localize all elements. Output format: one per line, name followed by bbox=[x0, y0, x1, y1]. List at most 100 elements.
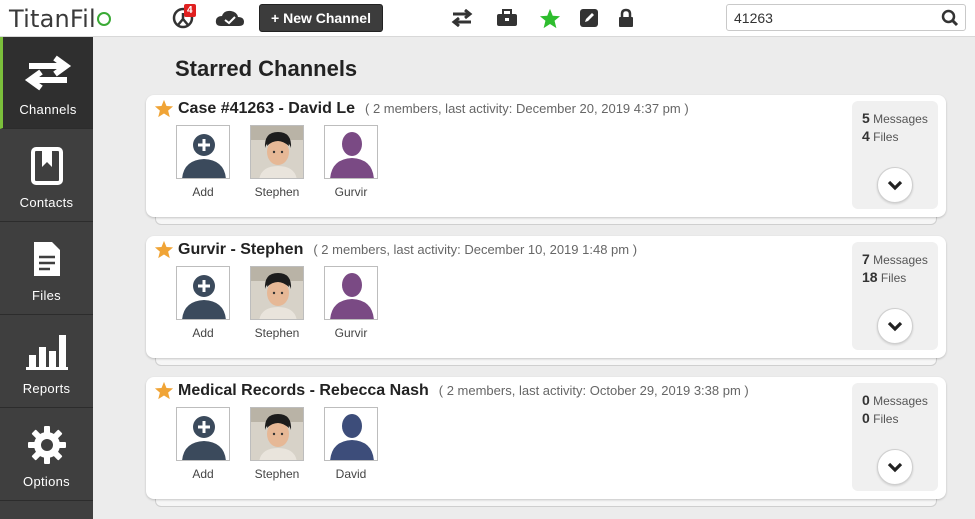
member-name: Stephen bbox=[254, 185, 300, 199]
sidebar-item-reports[interactable]: Reports bbox=[0, 316, 93, 408]
bar-chart-icon bbox=[25, 330, 68, 374]
app-logo[interactable]: TitanFil bbox=[9, 5, 111, 33]
sidebar-item-label: Options bbox=[23, 474, 70, 489]
expand-button[interactable] bbox=[877, 167, 913, 203]
sidebar-item-label: Contacts bbox=[19, 195, 74, 210]
channel-stats: 7 Messages 18 Files bbox=[852, 242, 938, 350]
messages-label: Messages bbox=[873, 112, 928, 126]
search-box bbox=[726, 4, 966, 31]
sidebar-item-label: Channels bbox=[19, 102, 77, 117]
messages-stat: 5 Messages bbox=[862, 110, 928, 126]
channel-title[interactable]: Case #41263 - David Le bbox=[178, 100, 355, 117]
member-list: Add Stephen Gurvir bbox=[176, 125, 398, 199]
files-label: Files bbox=[873, 130, 899, 144]
messages-label: Messages bbox=[873, 394, 928, 408]
messages-count: 0 bbox=[862, 392, 870, 408]
sidebar-item-label: Reports bbox=[22, 381, 71, 396]
member-name: Stephen bbox=[254, 326, 300, 340]
add-member-avatar[interactable] bbox=[176, 125, 230, 179]
main-content: Starred Channels Case #41263 - David Le (… bbox=[93, 37, 975, 519]
sidebar-item-options[interactable]: Options bbox=[0, 409, 93, 501]
starred-icon[interactable] bbox=[538, 6, 562, 30]
document-icon bbox=[32, 237, 62, 281]
channel-member[interactable]: Stephen bbox=[250, 266, 304, 340]
messages-stat: 0 Messages bbox=[862, 392, 928, 408]
sidebar-item-label: Files bbox=[32, 288, 61, 303]
chevron-down-icon bbox=[887, 462, 903, 473]
channel-member[interactable]: David bbox=[324, 407, 378, 481]
cloud-sync-icon[interactable] bbox=[213, 6, 247, 30]
files-stat: 18 Files bbox=[862, 269, 906, 285]
logo-ring-icon bbox=[96, 12, 111, 26]
channel-title-row: Gurvir - Stephen ( 2 members, last activi… bbox=[178, 241, 637, 259]
star-icon[interactable] bbox=[154, 240, 174, 264]
channel-member[interactable]: Gurvir bbox=[324, 125, 378, 199]
chevron-down-icon bbox=[887, 180, 903, 191]
avatar-gurvir[interactable] bbox=[324, 125, 378, 179]
member-name: David bbox=[335, 467, 367, 481]
expand-button[interactable] bbox=[877, 308, 913, 344]
avatar-david[interactable] bbox=[324, 407, 378, 461]
channel-meta: ( 2 members, last activity: October 29, … bbox=[438, 383, 749, 398]
sidebar-item-contacts[interactable]: Contacts bbox=[0, 130, 93, 222]
channel-title[interactable]: Gurvir - Stephen bbox=[178, 241, 303, 258]
member-name: Stephen bbox=[254, 467, 300, 481]
channel-title-row: Medical Records - Rebecca Nash ( 2 member… bbox=[178, 382, 749, 400]
files-count: 18 bbox=[862, 269, 878, 285]
files-label: Files bbox=[873, 412, 899, 426]
channel-card[interactable]: Case #41263 - David Le ( 2 members, last … bbox=[146, 95, 946, 217]
add-member-avatar[interactable] bbox=[176, 266, 230, 320]
star-icon[interactable] bbox=[154, 99, 174, 123]
search-icon[interactable] bbox=[941, 9, 959, 32]
channel-card[interactable]: Medical Records - Rebecca Nash ( 2 member… bbox=[146, 377, 946, 499]
avatar-stephen[interactable] bbox=[250, 266, 304, 320]
channel-member[interactable]: Add bbox=[176, 125, 230, 199]
channel-member[interactable]: Gurvir bbox=[324, 266, 378, 340]
sidebar-item-channels[interactable]: Channels bbox=[0, 37, 93, 129]
messages-count: 7 bbox=[862, 251, 870, 267]
chevron-down-icon bbox=[887, 321, 903, 332]
channel-card[interactable]: Gurvir - Stephen ( 2 members, last activi… bbox=[146, 236, 946, 358]
channel-meta: ( 2 members, last activity: December 10,… bbox=[313, 242, 638, 257]
transfer-arrows-icon[interactable] bbox=[448, 6, 476, 30]
files-stat: 4 Files bbox=[862, 128, 898, 144]
member-name: Add bbox=[192, 185, 214, 199]
channel-member[interactable]: Add bbox=[176, 266, 230, 340]
add-member-avatar[interactable] bbox=[176, 407, 230, 461]
avatar-stephen[interactable] bbox=[250, 125, 304, 179]
search-input[interactable] bbox=[727, 5, 927, 30]
toolbox-icon[interactable] bbox=[495, 6, 519, 30]
channel-stats: 0 Messages 0 Files bbox=[852, 383, 938, 491]
messages-count: 5 bbox=[862, 110, 870, 126]
channel-member[interactable]: Stephen bbox=[250, 407, 304, 481]
member-name: Gurvir bbox=[334, 326, 368, 340]
files-count: 0 bbox=[862, 410, 870, 426]
channel-member[interactable]: Stephen bbox=[250, 125, 304, 199]
sidebar: Channels Contacts Files Reports Options bbox=[0, 37, 93, 519]
arrows-icon bbox=[21, 51, 75, 95]
files-label: Files bbox=[880, 271, 907, 285]
notification-badge: 4 bbox=[184, 4, 196, 17]
avatar-gurvir[interactable] bbox=[324, 266, 378, 320]
member-name: Add bbox=[192, 467, 214, 481]
new-channel-button[interactable]: + New Channel bbox=[259, 4, 383, 32]
files-count: 4 bbox=[862, 128, 870, 144]
member-list: Add Stephen Gurvir bbox=[176, 266, 398, 340]
channel-member[interactable]: Add bbox=[176, 407, 230, 481]
top-bar: TitanFil 4 + New Channel bbox=[0, 0, 975, 37]
sidebar-item-files[interactable]: Files bbox=[0, 223, 93, 315]
star-icon[interactable] bbox=[154, 381, 174, 405]
messages-stat: 7 Messages bbox=[862, 251, 928, 267]
avatar-stephen[interactable] bbox=[250, 407, 304, 461]
channel-stats: 5 Messages 4 Files bbox=[852, 101, 938, 209]
edit-icon[interactable] bbox=[578, 6, 600, 30]
messages-label: Messages bbox=[873, 253, 928, 267]
channel-title[interactable]: Medical Records - Rebecca Nash bbox=[178, 382, 429, 399]
member-name: Add bbox=[192, 326, 214, 340]
channel-meta: ( 2 members, last activity: December 20,… bbox=[365, 101, 689, 116]
member-name: Gurvir bbox=[334, 185, 368, 199]
channel-title-row: Case #41263 - David Le ( 2 members, last … bbox=[178, 100, 689, 118]
gear-icon bbox=[27, 423, 67, 467]
expand-button[interactable] bbox=[877, 449, 913, 485]
lock-icon[interactable] bbox=[616, 6, 636, 30]
